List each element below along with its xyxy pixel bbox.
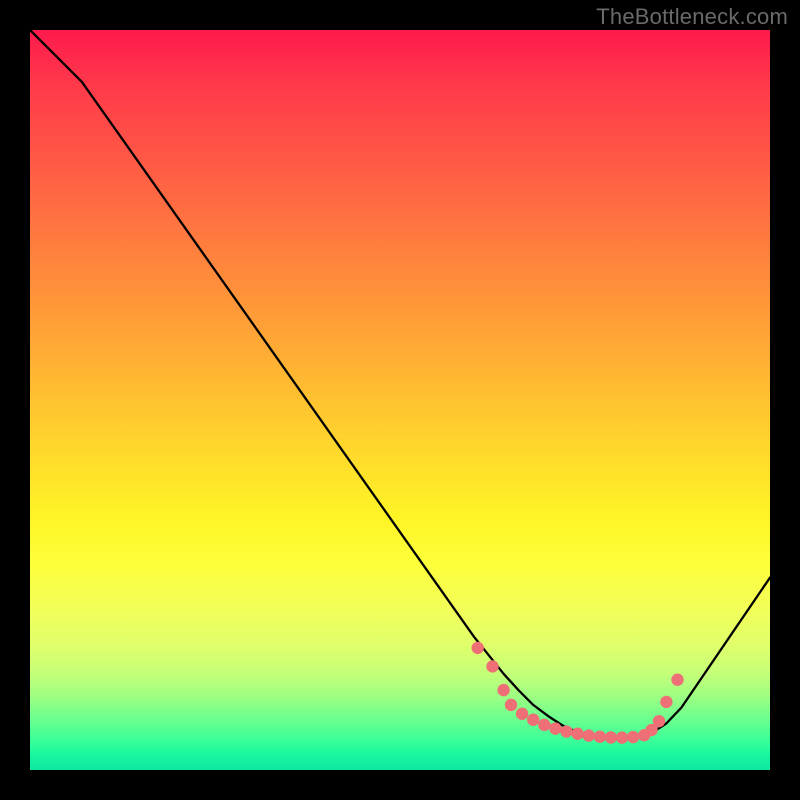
curve-marker [538,719,550,731]
chart-frame: TheBottleneck.com [0,0,800,800]
curve-marker [549,722,561,734]
curve-marker [472,642,484,654]
curve-marker [560,725,572,737]
curve-marker [516,708,528,720]
chart-svg [30,30,770,770]
curve-marker [605,731,617,743]
curve-marker [653,715,665,727]
markers-group [472,642,684,744]
curve-path [30,30,770,740]
watermark-text: TheBottleneck.com [596,4,788,30]
curve-marker [616,731,628,743]
curve-marker [660,696,672,708]
curve-marker [486,660,498,672]
curve-marker [594,731,606,743]
curve-marker [497,684,509,696]
curve-marker [527,713,539,725]
curve-marker [627,731,639,743]
curve-marker [671,674,683,686]
curve-marker [505,699,517,711]
curve-marker [571,728,583,740]
plot-area [30,30,770,770]
curve-marker [583,729,595,741]
